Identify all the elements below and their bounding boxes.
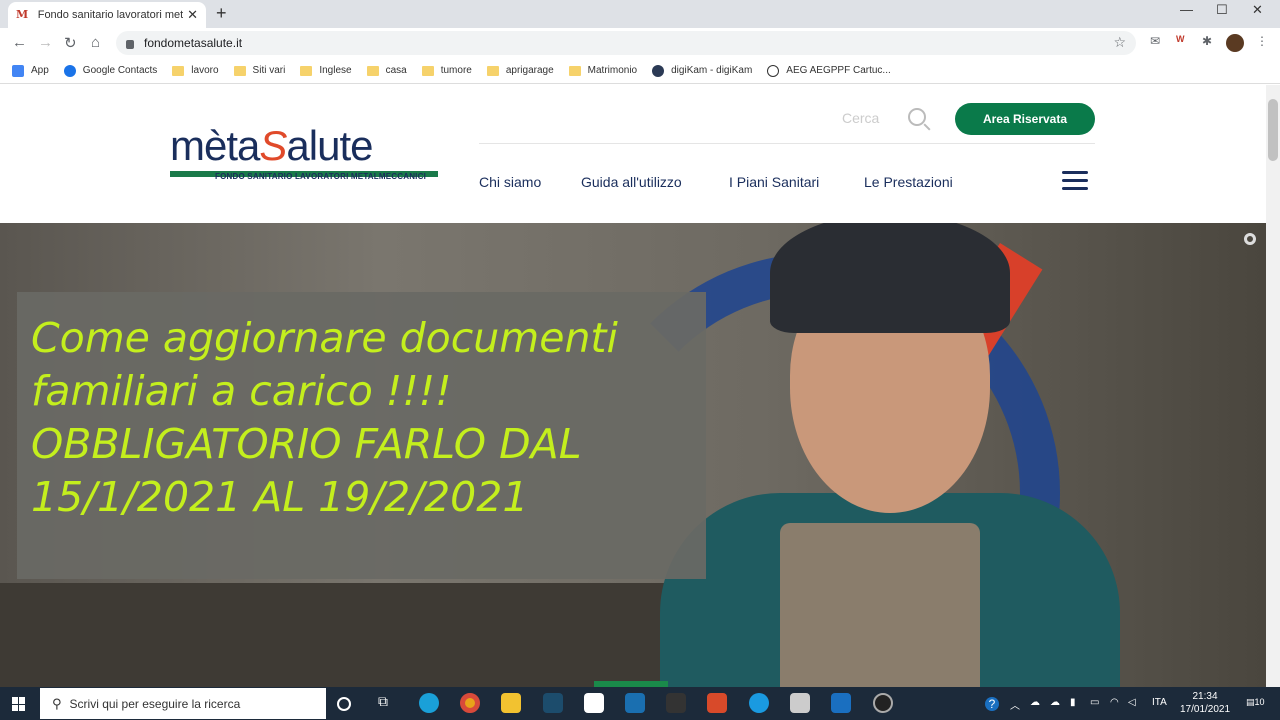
lock-icon	[126, 39, 134, 49]
page-scrollbar[interactable]	[1266, 85, 1280, 687]
slider-dot-icon[interactable]	[1244, 233, 1256, 245]
scrollbar-thumb[interactable]	[1268, 99, 1278, 161]
close-window-icon[interactable]: ✕	[1252, 2, 1263, 18]
bookmark-aprigarage[interactable]: aprigarage	[486, 65, 554, 76]
volume-icon[interactable]: ◁	[1128, 697, 1136, 708]
windows-start-icon[interactable]	[12, 697, 26, 711]
extension-icon[interactable]: W	[1176, 34, 1185, 44]
apps-grid-icon	[12, 64, 24, 77]
office-icon[interactable]	[707, 693, 727, 713]
bookmark-lavoro[interactable]: lavoro	[172, 65, 219, 76]
bookmark-amazon[interactable]: AEG AEGPPF Cartuc...	[767, 64, 891, 77]
menu-kebab-icon[interactable]: ⋮	[1256, 34, 1268, 48]
profile-avatar[interactable]	[1226, 34, 1244, 52]
language-indicator[interactable]: ITA	[1152, 697, 1167, 708]
site-favicon-icon: M	[16, 8, 29, 21]
welding-helmet	[770, 223, 1010, 333]
bookmark-siti-vari[interactable]: Siti vari	[233, 65, 285, 76]
home-icon[interactable]: ⌂	[91, 34, 100, 51]
edge-icon[interactable]	[419, 693, 439, 713]
outlook-icon[interactable]	[831, 693, 851, 713]
store-icon[interactable]	[666, 693, 686, 713]
reload-icon[interactable]: ↻	[64, 34, 77, 52]
folder-icon	[421, 65, 434, 76]
folder-icon	[366, 65, 379, 76]
nav-chi-siamo[interactable]: Chi siamo	[479, 174, 541, 190]
task-view-icon[interactable]: ⧉	[378, 693, 398, 713]
close-tab-icon[interactable]: ✕	[187, 7, 198, 23]
area-riservata-button[interactable]: Area Riservata	[955, 103, 1095, 135]
help-icon[interactable]: ?	[985, 697, 999, 711]
system-clock[interactable]: 21:34 17/01/2021	[1180, 690, 1230, 716]
browser-tab[interactable]: M Fondo sanitario lavoratori metalmeccan…	[8, 2, 206, 28]
folder-icon	[233, 65, 246, 76]
taskbar-search[interactable]: ⚲ Scrivi qui per eseguire la ricerca	[40, 688, 326, 719]
bookmarks-bar: App Google Contacts lavoro Siti vari Ing…	[0, 58, 1280, 84]
bookmark-casa[interactable]: casa	[366, 65, 407, 76]
search-icon[interactable]	[908, 108, 926, 126]
hero-person-apron	[780, 523, 980, 687]
file-explorer-icon[interactable]	[501, 693, 521, 713]
bookmark-digikam[interactable]: digiKam - digiKam	[652, 64, 752, 77]
new-tab-icon[interactable]: +	[216, 3, 227, 24]
nav-prestazioni[interactable]: Le Prestazioni	[864, 174, 953, 190]
bookmark-matrimonio[interactable]: Matrimonio	[568, 65, 637, 76]
header-divider	[479, 143, 1095, 144]
hero-banner: Come aggiornare documenti familiari a ca…	[0, 223, 1266, 687]
microphone-icon[interactable]: ▮	[1070, 697, 1076, 708]
app-icon[interactable]	[625, 693, 645, 713]
davinci-icon[interactable]	[873, 693, 893, 713]
overlay-line-1: Come aggiornare documenti	[31, 314, 618, 362]
folder-icon	[172, 65, 185, 76]
notifications-icon[interactable]: ▤10	[1246, 697, 1265, 708]
nav-guida[interactable]: Guida all'utilizzo	[581, 174, 682, 190]
address-bar[interactable]: fondometasalute.it ☆	[116, 31, 1136, 55]
tray-chevron-up-icon[interactable]: ︿	[1010, 697, 1020, 712]
amazon-icon	[767, 64, 780, 77]
amazon-app-icon[interactable]	[584, 693, 604, 713]
cortana-icon[interactable]	[337, 697, 351, 711]
battery-icon[interactable]: ▭	[1090, 697, 1099, 708]
skype-icon[interactable]	[749, 693, 769, 713]
video-title-overlay: Come aggiornare documenti familiari a ca…	[17, 292, 706, 579]
search-icon: ⚲	[52, 695, 62, 711]
bookmark-inglese[interactable]: Inglese	[300, 65, 352, 76]
overlay-line-3: OBBLIGATORIO FARLO DAL	[31, 420, 582, 468]
onedrive-icon[interactable]: ☁	[1030, 697, 1040, 708]
cloud-icon[interactable]: ☁	[1050, 697, 1060, 708]
overlay-line-4: 15/1/2021 AL 19/2/2021	[31, 473, 529, 521]
folder-icon	[486, 65, 499, 76]
wifi-icon[interactable]: ◠	[1110, 697, 1119, 708]
metasalute-logo[interactable]: mètaSalute FONDO SANITARIO LAVORATORI ME…	[170, 125, 438, 181]
minimize-icon[interactable]: —	[1180, 2, 1193, 17]
bookmark-tumore[interactable]: tumore	[421, 65, 472, 76]
folder-icon	[300, 65, 313, 76]
contacts-icon	[63, 64, 76, 77]
hamburger-menu-icon[interactable]	[1062, 171, 1088, 195]
gmail-extension-icon[interactable]: ✉	[1150, 34, 1160, 48]
app-icon[interactable]	[543, 693, 563, 713]
bookmark-apps[interactable]: App	[12, 64, 49, 77]
digikam-icon	[652, 64, 665, 77]
overlay-line-2: familiari a carico !!!!	[31, 367, 452, 415]
back-icon[interactable]: ←	[12, 34, 27, 51]
bookmark-star-icon[interactable]: ☆	[1113, 34, 1126, 51]
nav-piani-sanitari[interactable]: I Piani Sanitari	[729, 174, 819, 190]
site-header: mètaSalute FONDO SANITARIO LAVORATORI ME…	[0, 85, 1266, 223]
logo-subtitle: FONDO SANITARIO LAVORATORI METALMECCANIC…	[215, 172, 427, 181]
photos-icon[interactable]	[790, 693, 810, 713]
bookmark-google-contacts[interactable]: Google Contacts	[63, 64, 157, 77]
search-label[interactable]: Cerca	[842, 110, 879, 126]
extensions-puzzle-icon[interactable]: ✱	[1202, 34, 1212, 48]
tab-strip: M Fondo sanitario lavoratori metalmeccan…	[0, 0, 1280, 28]
browser-toolbar: ← → ↻ ⌂ fondometasalute.it ☆	[0, 28, 1280, 58]
maximize-icon[interactable]: ☐	[1216, 2, 1228, 18]
chrome-icon[interactable]	[460, 693, 480, 713]
tab-title: Fondo sanitario lavoratori metalmeccanic…	[37, 9, 184, 21]
folder-icon	[568, 65, 581, 76]
forward-icon[interactable]: →	[38, 34, 53, 51]
url-text: fondometasalute.it	[144, 36, 243, 50]
